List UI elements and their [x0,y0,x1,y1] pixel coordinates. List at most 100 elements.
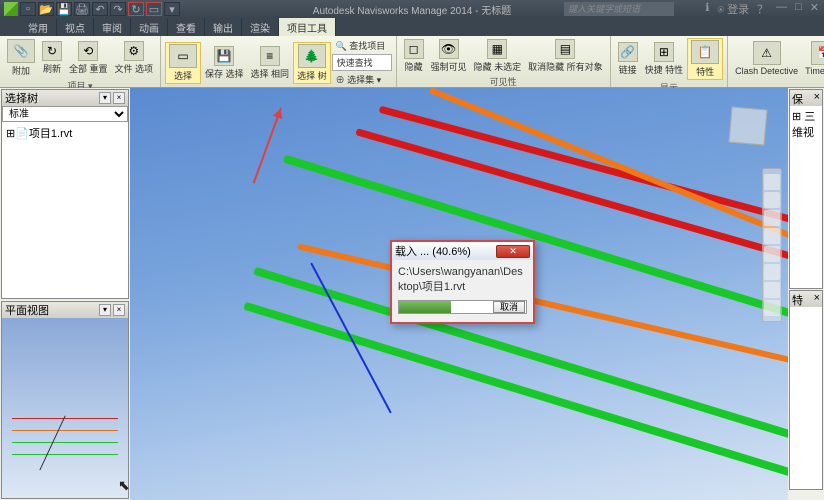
unhide-all-button[interactable]: ▤取消隐藏 所有对象 [525,38,606,74]
close-button[interactable]: ✕ [807,1,822,17]
panel-pin-icon[interactable]: ▾ [99,92,111,104]
app-logo[interactable] [4,2,18,16]
dialog-close-button[interactable]: ✕ [496,245,530,258]
cancel-button[interactable]: 取消 [493,301,525,313]
clash-button[interactable]: ⚠Clash Detective [732,40,801,77]
nav-camera-icon[interactable] [764,300,780,316]
progress-bar: 取消 [398,300,527,314]
tab-output[interactable]: 输出 [205,18,242,36]
nav-look-icon[interactable] [764,246,780,262]
select-tree-button[interactable]: 🌲选择 树 [293,42,331,84]
find-items-button[interactable]: 🔍 查找项目 [332,38,392,53]
nav-fly-icon[interactable] [764,282,780,298]
properties-icon: 📋 [691,40,719,64]
panel-title: 选择树 [5,90,38,106]
qat-redo-icon[interactable]: ↷ [110,2,126,16]
file-options-button[interactable]: ⚙文件 选项 [112,40,157,76]
attach-button[interactable]: 📎附加 [4,38,38,78]
qat-print-icon[interactable]: 🖨 [74,2,90,16]
tab-review[interactable]: 审阅 [94,18,131,36]
qat-save-icon[interactable]: 💾 [56,2,72,16]
qat-open-icon[interactable]: 📂 [38,2,54,16]
plan-view-viewport[interactable] [2,318,128,498]
tab-viewpoint[interactable]: 视点 [57,18,94,36]
tab-render[interactable]: 渲染 [242,18,279,36]
left-sidebar: 选择树 ▾ × 标准 ⊞📄项目1.rvt 平面视图 ▾ × [0,88,130,500]
tree-item[interactable]: ⊞📄项目1.rvt [4,124,126,142]
panel-pin-icon[interactable]: ▾ [99,304,111,316]
help-icon[interactable]: ？ [754,1,771,17]
save-select-icon: 💾 [214,46,234,66]
qat-refresh-icon[interactable]: ↻ [128,2,144,16]
progress-fill [399,301,451,313]
unhide-icon: ▤ [555,39,575,59]
refresh-button[interactable]: ↻刷新 [39,40,65,76]
quick-find-input[interactable]: 快速查找 [332,54,392,71]
options-icon: ⚙ [124,41,144,61]
help-search-input[interactable]: 键入关键字或短语 [564,2,674,16]
nav-wheel-icon[interactable] [764,174,780,190]
ribbon-group-tools: ⚠Clash Detective 📅TimeLiner 📊Quantificat… [728,36,824,87]
properties-panel[interactable]: 特性× [789,290,823,490]
quick-props-button[interactable]: ⊞快捷 特性 [642,41,687,77]
hide-button[interactable]: ◻隐藏 [401,38,427,74]
select-button[interactable]: ▭选择 [165,42,201,84]
dialog-title: 载入 ... (40.6%) [395,243,471,259]
tree-mode-select[interactable]: 标准 [2,106,128,122]
hide-unsel-icon: ▦ [487,39,507,59]
nav-orbit-icon[interactable] [764,228,780,244]
quick-access-toolbar: ▫ 📂 💾 🖨 ↶ ↷ ↻ ▭ ▾ [0,2,184,16]
attach-icon: 📎 [7,39,35,63]
viewcube[interactable] [728,106,767,145]
properties-button[interactable]: 📋特性 [687,38,723,80]
panel-close-icon[interactable]: × [113,92,125,104]
right-sidebar: 保存的视点× ⊞ 三维视 特性× [788,88,824,500]
refresh-icon: ↻ [42,41,62,61]
links-button[interactable]: 🔗链接 [615,41,641,77]
tab-home[interactable]: 常用 [20,18,57,36]
tab-animation[interactable]: 动画 [131,18,168,36]
list-item[interactable]: ⊞ 三维视 [792,108,820,140]
panel-close-icon[interactable]: × [814,292,820,306]
timeliner-button[interactable]: 📅TimeLiner [802,40,824,77]
saved-views-list[interactable]: ⊞ 三维视 [790,106,822,288]
reset-icon: ⟲ [78,41,98,61]
reset-all-button[interactable]: ⟲全部 重置 [66,40,111,76]
qat-undo-icon[interactable]: ↶ [92,2,108,16]
panel-title: 保存的视点 [792,91,814,105]
model-line [310,262,392,413]
timeliner-icon: 📅 [811,41,824,65]
qat-select-icon[interactable]: ▭ [146,2,162,16]
require-button[interactable]: 👁强制可见 [428,38,470,74]
window-title: Autodesk Navisworks Manage 2014 - 无标题 [313,2,511,17]
select-same-button[interactable]: ≡选择 相同 [248,45,293,81]
nav-walk-icon[interactable] [764,264,780,280]
tab-item-tools[interactable]: 项目工具 [279,18,336,36]
saved-viewpoints-panel[interactable]: 保存的视点× ⊞ 三维视 [789,89,823,289]
ribbon-group-visibility: ◻隐藏 👁强制可见 ▦隐藏 未选定 ▤取消隐藏 所有对象 可见性 [397,36,611,87]
nav-zoom-icon[interactable] [764,210,780,226]
tree-content[interactable]: ⊞📄项目1.rvt [2,122,128,298]
selection-sets-button[interactable]: ⊕ 选择集 ▾ [332,72,392,87]
panel-close-icon[interactable]: × [113,304,125,316]
nav-pan-icon[interactable] [764,192,780,208]
tab-view[interactable]: 查看 [168,18,205,36]
model-line [297,243,788,388]
select-icon: ▭ [169,44,197,68]
minimize-button[interactable]: — [773,1,790,17]
annotation-arrow [253,108,282,184]
qat-dropdown-icon[interactable]: ▾ [164,2,180,16]
hide-unselected-button[interactable]: ▦隐藏 未选定 [471,38,525,74]
navigation-bar [762,168,782,322]
maximize-button[interactable]: □ [792,1,805,17]
plan-view-panel: 平面视图 ▾ × [1,301,129,499]
signin-button[interactable]: ⍟ 登录 [714,1,752,17]
quickprops-icon: ⊞ [654,42,674,62]
info-icon[interactable]: ℹ [702,1,712,17]
link-icon: 🔗 [618,42,638,62]
selection-tree-panel: 选择树 ▾ × 标准 ⊞📄项目1.rvt [1,89,129,299]
save-select-button[interactable]: 💾保存 选择 [202,45,247,81]
ribbon-group-select: ▭选择 💾保存 选择 ≡选择 相同 🌲选择 树 🔍 查找项目 快速查找 ⊕ 选择… [161,36,397,87]
qat-new-icon[interactable]: ▫ [20,2,36,16]
panel-close-icon[interactable]: × [814,91,820,105]
